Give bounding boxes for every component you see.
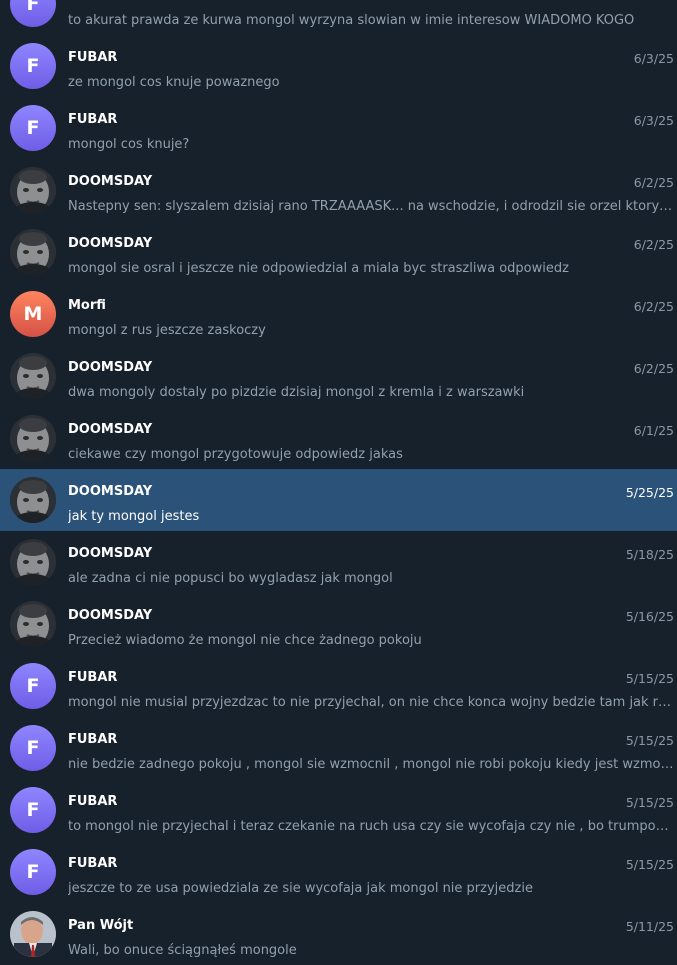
chat-name: FUBAR [68,856,118,871]
chat-date: 5/15/25 [625,671,674,686]
chat-date: 5/18/25 [625,547,674,562]
chat-list-item[interactable]: Fto akurat prawda ze kurwa mongol wyrzyn… [0,0,677,35]
chat-list-item[interactable]: F FUBAR 6/3/25 mongol cos knuje? [0,97,677,159]
avatar-initial: F [10,105,56,151]
chat-list-item[interactable]: DOOMSDAY 6/2/25 dwa mongoly dostaly po piz… [0,345,677,407]
chat-date: 5/16/25 [625,609,674,624]
chat-date: 6/3/25 [633,113,674,128]
avatar-photo-icon [10,539,56,585]
chat-last-message: ciekawe czy mongol przygotowuje odpowied… [68,447,403,462]
chat-list-item[interactable]: DOOMSDAY 6/1/25 ciekawe czy mongol przygot… [0,407,677,469]
chat-list-item[interactable]: DOOMSDAY 6/2/25 mongol sie osral i jeszcze… [0,221,677,283]
avatar-initial: F [10,663,56,709]
avatar-photo-icon [10,911,56,957]
chat-name: DOOMSDAY [68,484,153,499]
avatar-photo-icon [10,353,56,399]
chat-list: Fto akurat prawda ze kurwa mongol wyrzyn… [0,0,677,965]
chat-last-message: nie bedzie zadnego pokoju , mongol sie w… [68,757,674,772]
chat-name: FUBAR [68,732,118,747]
chat-last-message: mongol sie osral i jeszcze nie odpowiedz… [68,261,569,276]
chat-list-item[interactable]: F FUBAR 5/15/25 mongol nie musial przyjezdz… [0,655,677,717]
chat-list-item[interactable]: F FUBAR 5/15/25 nie bedzie zadnego pokoju ,… [0,717,677,779]
chat-name: FUBAR [68,50,118,65]
avatar-initial: F [10,787,56,833]
chat-list-item[interactable]: F FUBAR 5/15/25 to mongol nie przyjechal i … [0,779,677,841]
avatar-photo-icon [10,477,56,523]
avatar-photo-icon [10,601,56,647]
chat-last-message: mongol cos knuje? [68,137,190,152]
chat-list-item[interactable]: DOOMSDAY 5/25/25 jak ty mongol jestes [0,469,677,531]
chat-list-item[interactable]: DOOMSDAY 5/16/25 Przecież wiadomo że mongo… [0,593,677,655]
chat-date: 6/1/25 [633,423,674,438]
chat-name: Morfi [68,298,106,313]
chat-name: FUBAR [68,112,118,127]
avatar-initial: F [10,849,56,895]
chat-last-message: mongol nie musial przyjezdzac to nie prz… [68,695,674,710]
chat-date: 6/3/25 [633,51,674,66]
avatar-initial: F [10,0,56,27]
avatar-initial: M [10,291,56,337]
chat-last-message: mongol z rus jeszcze zaskoczy [68,323,266,338]
chat-list-item[interactable]: DOOMSDAY 5/18/25 ale zadna ci nie popusci … [0,531,677,593]
chat-list-item[interactable]: M Morfi 6/2/25 mongol z rus jeszcze zaskocz… [0,283,677,345]
chat-last-message: ale zadna ci nie popusci bo wygladasz ja… [68,571,393,586]
avatar-initial: F [10,43,56,89]
chat-last-message: to mongol nie przyjechal i teraz czekani… [68,819,674,834]
chat-list-item[interactable]: F FUBAR 6/3/25 ze mongol cos knuje powazneg… [0,35,677,97]
chat-date: 6/2/25 [633,299,674,314]
chat-last-message: to akurat prawda ze kurwa mongol wyrzyna… [68,13,635,28]
chat-last-message: Przecież wiadomo że mongol nie chce żadn… [68,633,422,648]
avatar-photo-icon [10,415,56,461]
chat-date: 6/2/25 [633,237,674,252]
chat-date: 6/2/25 [633,361,674,376]
chat-name: DOOMSDAY [68,546,153,561]
chat-last-message: Nastepny sen: slyszalem dzisiaj rano TRZ… [68,199,674,214]
chat-list-item[interactable]: Pan Wójt 5/11/25 Wali, bo onuce ściągnąłeś… [0,903,677,965]
chat-last-message: dwa mongoly dostaly po pizdzie dzisiaj m… [68,385,525,400]
chat-name: Pan Wójt [68,918,134,933]
chat-date: 5/15/25 [625,857,674,872]
chat-last-message: jeszcze to ze usa powiedziala ze sie wyc… [68,881,533,896]
chat-name: DOOMSDAY [68,360,153,375]
chat-name: DOOMSDAY [68,236,153,251]
chat-name: DOOMSDAY [68,608,153,623]
chat-last-message: Wali, bo onuce ściągnąłeś mongole [68,943,297,958]
chat-date: 5/25/25 [625,485,674,500]
chat-date: 5/11/25 [625,919,674,934]
chat-name: FUBAR [68,794,118,809]
chat-name: DOOMSDAY [68,422,153,437]
chat-last-message: ze mongol cos knuje powaznego [68,75,280,90]
chat-name: FUBAR [68,670,118,685]
chat-date: 6/2/25 [633,175,674,190]
chat-name: DOOMSDAY [68,174,153,189]
chat-list-item[interactable]: DOOMSDAY 6/2/25 Nastepny sen: slyszalem dz… [0,159,677,221]
chat-date: 5/15/25 [625,733,674,748]
chat-last-message: jak ty mongol jestes [68,509,200,524]
chat-list-item[interactable]: F FUBAR 5/15/25 jeszcze to ze usa powiedzia… [0,841,677,903]
avatar-photo-icon [10,229,56,275]
avatar-initial: F [10,725,56,771]
avatar-photo-icon [10,167,56,213]
chat-date: 5/15/25 [625,795,674,810]
